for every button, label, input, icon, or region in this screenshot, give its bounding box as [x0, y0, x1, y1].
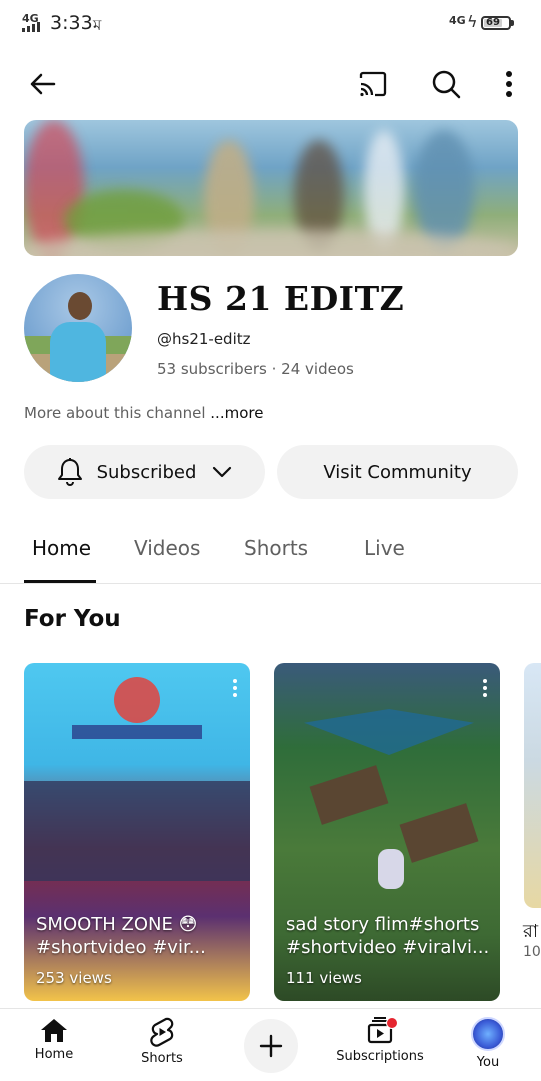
tab-shorts[interactable]: Shorts [244, 536, 308, 560]
thumbnail-killfeed [72, 725, 202, 739]
clock: 3:33 [50, 12, 93, 34]
more-link[interactable]: ...more [210, 404, 263, 422]
charging-icon: ϟ [467, 12, 478, 31]
subscribed-button[interactable]: Subscribed [24, 445, 265, 499]
community-label: Visit Community [323, 461, 472, 483]
more-options-button[interactable] [489, 64, 529, 104]
tabs-divider [0, 583, 541, 584]
shorts-icon [150, 1017, 174, 1047]
nav-subscriptions-label: Subscriptions [336, 1049, 424, 1064]
short-views: 253 views [36, 969, 112, 987]
arrow-left-icon [30, 73, 56, 95]
nav-home[interactable]: Home [4, 1017, 104, 1062]
nav-you-label: You [476, 1055, 500, 1070]
section-title: For You [24, 606, 121, 632]
search-button[interactable] [426, 64, 466, 104]
search-icon [432, 70, 461, 99]
cast-icon [359, 71, 387, 97]
bell-icon [57, 458, 82, 486]
battery-tip [511, 20, 514, 26]
channel-banner [24, 120, 518, 256]
create-button[interactable] [244, 1019, 298, 1073]
network-type-right: 4G [449, 14, 466, 27]
back-button[interactable] [22, 64, 62, 104]
status-bar: 4G 3:33 ম 4G ϟ 69 [0, 0, 541, 48]
channel-handle: @hs21-editz [157, 330, 251, 348]
plus-icon [259, 1034, 283, 1058]
notification-badge [386, 1017, 398, 1029]
partial-card-views: 10 [523, 944, 541, 960]
channel-about[interactable]: More about this channel ...more [24, 404, 263, 422]
tab-live[interactable]: Live [364, 536, 405, 560]
card-more-button[interactable] [232, 679, 238, 699]
signal-icon [22, 22, 40, 32]
tab-videos[interactable]: Videos [134, 536, 200, 560]
subscribed-label: Subscribed [96, 461, 197, 483]
avatar-icon [471, 1017, 505, 1051]
short-card[interactable]: SMOOTH ZONE 😳#shortvideo #vir... 253 vie… [24, 663, 250, 1001]
nav-you[interactable]: You [438, 1017, 538, 1070]
thumbnail-roof [309, 765, 389, 825]
more-vert-icon [506, 71, 512, 97]
thumbnail-logo [114, 677, 160, 723]
thumbnail-roof [399, 803, 479, 863]
short-title: sad story flim#shorts #shortvideo #viral… [286, 914, 490, 958]
sim-icon: ম [93, 16, 102, 34]
short-card-partial[interactable] [524, 663, 541, 908]
card-more-button[interactable] [482, 679, 488, 699]
short-card[interactable]: sad story flim#shorts #shortvideo #viral… [274, 663, 500, 1001]
visit-community-button[interactable]: Visit Community [277, 445, 518, 499]
short-title: SMOOTH ZONE 😳#shortvideo #vir... [36, 914, 206, 958]
video-count: 24 videos [281, 360, 354, 378]
thumbnail-gameplay [24, 781, 250, 881]
cast-button[interactable] [353, 64, 393, 104]
thumbnail-glider [304, 709, 474, 755]
nav-shorts[interactable]: Shorts [112, 1017, 212, 1066]
subscriber-count: 53 subscribers [157, 360, 267, 378]
chevron-down-icon [213, 466, 232, 478]
channel-avatar[interactable] [24, 274, 132, 382]
home-icon [41, 1019, 67, 1042]
battery-level: 69 [486, 17, 500, 28]
short-views: 111 views [286, 969, 362, 987]
channel-stats: 53 subscribers · 24 videos [157, 360, 354, 378]
battery-icon: 69 [481, 16, 511, 30]
tab-home[interactable]: Home [32, 536, 91, 560]
channel-name: HS 21 EDITZ [157, 279, 405, 318]
nav-home-label: Home [34, 1047, 74, 1062]
bottom-navigation: Home Shorts Subscriptions You [0, 1008, 541, 1081]
about-text: More about this channel [24, 404, 206, 422]
stats-separator: · [271, 360, 277, 378]
nav-shorts-label: Shorts [141, 1051, 183, 1066]
thumbnail-player [378, 849, 404, 889]
nav-subscriptions[interactable]: Subscriptions [330, 1017, 430, 1064]
